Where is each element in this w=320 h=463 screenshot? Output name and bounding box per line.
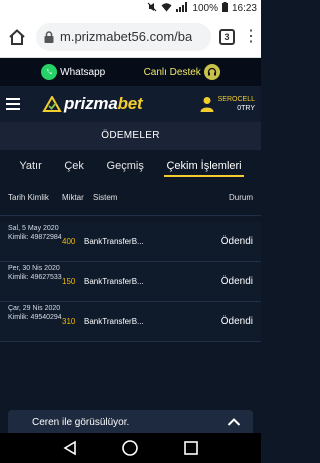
headset-icon (203, 64, 220, 80)
row-system: BankTransferB... (84, 317, 144, 326)
address-bar[interactable]: m.prizmabet56.com/ba (36, 22, 211, 51)
row-status: Ödendi (220, 316, 253, 327)
back-icon[interactable] (61, 439, 79, 457)
user-icon (200, 97, 214, 112)
live-support-label: Canlı Destek (143, 66, 201, 78)
hamburger-menu-icon[interactable] (6, 98, 20, 110)
recents-icon[interactable] (182, 439, 200, 457)
table-row[interactable]: Per, 30 Nis 2020 Kimlik: 49627533 150 Ba… (0, 262, 261, 302)
row-kimlik: Kimlik: 49627533 (8, 273, 62, 281)
contact-strip: Whatsapp Canlı Destek (0, 58, 261, 86)
whatsapp-icon (41, 64, 58, 80)
header-status: Durum (228, 193, 253, 202)
logo-text-prizma: prizma (64, 94, 118, 113)
row-kimlik: Kimlik: 49872984 (8, 233, 62, 241)
tab-cek[interactable]: Çek (62, 154, 86, 177)
logo-text-bet: bet (117, 94, 143, 113)
battery-percent: 100% (192, 2, 218, 14)
row-date: Çar, 29 Nis 2020 (8, 304, 61, 312)
row-amount: 400 (62, 237, 76, 246)
row-status: Ödendi (220, 276, 253, 287)
header-date-kimlik: Tarih Kimlik (8, 192, 49, 202)
payments-tabs: Yatır Çek Geçmiş Çekim İşlemleri (0, 150, 261, 180)
more-menu-icon[interactable]: ⋮ (243, 28, 259, 45)
home-circle-icon[interactable] (121, 439, 139, 457)
home-icon[interactable] (6, 26, 28, 48)
whatsapp-button[interactable]: Whatsapp (41, 64, 105, 80)
status-time: 16:23 (231, 2, 257, 14)
chevron-up-icon[interactable] (227, 417, 241, 427)
username: SEROCELL (217, 96, 255, 103)
tab-switcher-button[interactable]: 3 (219, 28, 235, 45)
signal-icon (176, 2, 188, 14)
site-header: prizmabet SEROCELL 0TRY (0, 86, 261, 122)
logo-triangle-icon (42, 96, 62, 112)
row-date: Per, 30 Nis 2020 (8, 264, 60, 272)
tab-cekim-islemleri[interactable]: Çekim İşlemleri (164, 154, 244, 177)
url-text: m.prizmabet56.com/ba (60, 29, 193, 44)
lock-icon (44, 30, 54, 43)
android-status-bar: 100% 16:23 (0, 0, 261, 16)
android-nav-bar (0, 433, 261, 463)
row-date: Sal, 5 May 2020 (8, 224, 59, 232)
row-system: BankTransferB... (84, 237, 144, 246)
row-system: BankTransferB... (84, 277, 144, 286)
mute-icon (147, 2, 157, 14)
balance: 0TRY (237, 105, 255, 112)
chat-status-label: Ceren ile görüsülüyor. (32, 416, 130, 428)
browser-toolbar: m.prizmabet56.com/ba 3 ⋮ (0, 16, 261, 58)
header-amount: Miktar (62, 193, 84, 202)
tab-gecmis[interactable]: Geçmiş (105, 154, 146, 177)
header-system: Sistem (93, 193, 118, 202)
live-chat-bar[interactable]: Ceren ile görüsülüyor. (8, 410, 253, 434)
row-amount: 150 (62, 277, 76, 286)
row-kimlik: Kimlik: 49540294 (8, 313, 62, 321)
tab-yatir[interactable]: Yatır (17, 154, 43, 177)
row-amount: 310 (62, 317, 76, 326)
page-title: ÖDEMELER (0, 122, 261, 150)
whatsapp-label: Whatsapp (60, 66, 106, 78)
row-status: Ödendi (220, 236, 253, 247)
site-logo[interactable]: prizmabet (42, 94, 200, 114)
wifi-icon (161, 2, 172, 14)
user-account[interactable]: SEROCELL 0TRY (200, 95, 255, 113)
table-row[interactable]: Çar, 29 Nis 2020 Kimlik: 49540294 310 Ba… (0, 302, 261, 342)
table-header: Tarih Kimlik Miktar Sistem Durum (0, 180, 261, 216)
table-row[interactable]: Sal, 5 May 2020 Kimlik: 49872984 400 Ban… (0, 222, 261, 262)
live-support-button[interactable]: Canlı Destek (144, 64, 220, 80)
battery-icon (221, 2, 228, 14)
